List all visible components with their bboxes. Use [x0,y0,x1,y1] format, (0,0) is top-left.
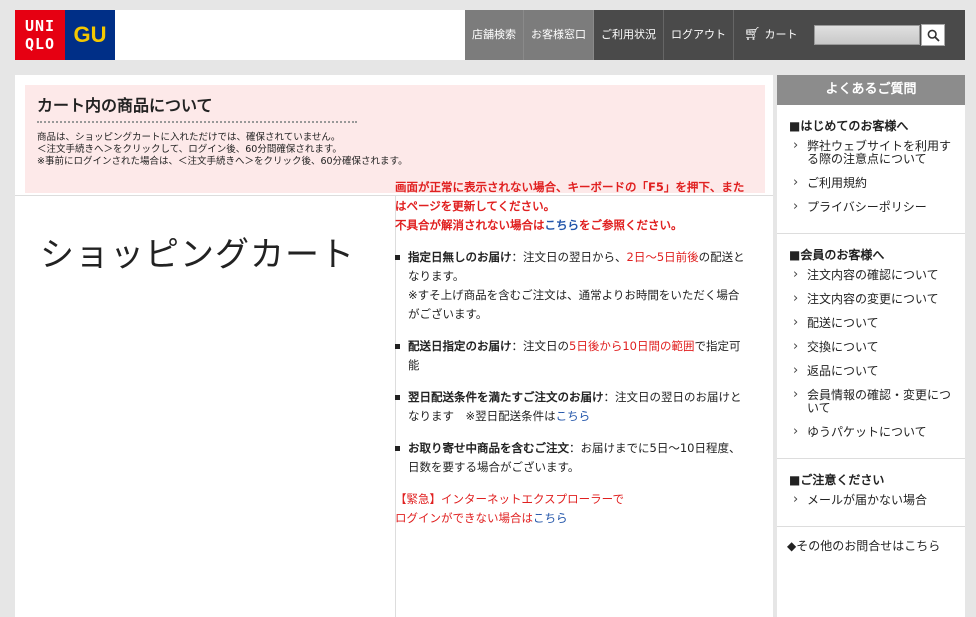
cart-info-column: 画面が正常に表示されない場合、キーボードの「F5」を押下、またはページを更新して… [395,178,745,528]
nav-customer-service[interactable]: お客様窓口 [524,10,594,60]
bullet-label: 指定日無しのお届け [408,250,512,264]
faq-section-members: ■会員のお客様へ 注文内容の確認について 注文内容の変更について 配送について … [777,234,965,459]
faq-section-heading: ■ご注意ください [789,473,885,487]
emergency-line-1: 【緊急】インターネットエクスプローラーで [395,492,624,506]
bullet-note: ※すそ上げ商品を含むご注文は、通常よりお時間をいただく場合がございます。 [408,288,740,321]
search-icon [927,29,940,42]
faq-item[interactable]: 会員情報の確認・変更について [777,388,965,415]
notice-title: カート内の商品について [37,96,213,115]
issue-warning-tail: をご参照ください。 [579,218,683,232]
bullet-label: 翌日配送条件を満たすご注文のお届け [408,390,604,404]
search-area [800,10,965,60]
display-warning: 画面が正常に表示されない場合、キーボードの「F5」を押下、またはページを更新して… [395,180,745,213]
faq-item[interactable]: ご利用規約 [777,176,965,190]
faq-sidebar: よくあるご質問 ■はじめてのお客様へ 弊社ウェブサイトを利用する際の注意点につい… [777,75,965,617]
faq-item[interactable]: 交換について [777,340,965,354]
faq-section-heading: ■会員のお客様へ [789,248,885,262]
bullet-label: 配送日指定のお届け [408,339,512,353]
search-input[interactable] [814,25,920,45]
faq-section-first-time: ■はじめてのお客様へ 弊社ウェブサイトを利用する際の注意点について ご利用規約 … [777,105,965,234]
emergency-notice: 【緊急】インターネットエクスプローラーで ログインができない場合はこちら [395,490,745,528]
issue-help-link[interactable]: こちら [545,218,580,232]
cart-notice: カート内の商品について 商品は、ショッピングカートに入れただけでは、確保されてい… [25,85,765,193]
list-item: 翌日配送条件を満たすご注文のお届け：注文日の翌日のお届けとなります ※翌日配送条… [395,388,745,426]
uniqlo-logo-bottom: QLO [24,35,56,53]
faq-section-caution: ■ご注意ください メールが届かない場合 [777,459,965,527]
nav-cart-label: カート [764,28,798,41]
faq-item[interactable]: メールが届かない場合 [777,493,965,507]
uniqlo-logo-top: UNI [24,17,56,35]
bullet-text: ：注文日の翌日から、 [511,250,627,264]
bullet-highlight: 2日～5日前後 [626,250,699,264]
notice-line-1: 商品は、ショッピングカートに入れただけでは、確保されていません。 [37,132,341,143]
faq-item[interactable]: 返品について [777,364,965,378]
faq-item[interactable]: 配送について [777,316,965,330]
faq-item[interactable]: ゆうパケットについて [777,425,965,439]
notice-line-2: ＜注文手続きへ＞をクリックして、ログイン後、60分間確保されます。 [37,144,342,155]
faq-item[interactable]: プライバシーポリシー [777,200,965,214]
issue-warning-text: 不具合が解消されない場合は [395,218,545,232]
nav-usage-status[interactable]: ご利用状況 [594,10,664,60]
bullet-highlight: 5日後から10日間の範囲 [569,339,695,353]
cart-icon: 🛒︎ [744,27,761,42]
nav-logout[interactable]: ログアウト [664,10,734,60]
list-item: お取り寄せ中商品を含むご注文：お届けまでに5日～10日程度、日数を要する場合がご… [395,439,745,477]
next-day-conditions-link[interactable]: こちら [556,409,591,423]
list-item: 指定日無しのお届け：注文日の翌日から、2日～5日前後の配送となります。 ※すそ上… [395,248,745,324]
notice-divider [37,121,357,123]
header-nav: 店舗検索 お客様窓口 ご利用状況 ログアウト 🛒︎ カート [465,10,811,60]
notice-line-3: ※事前にログインされた場合は、＜注文手続きへ＞をクリック後、60分確保されます。 [37,156,408,167]
list-item: 配送日指定のお届け：注文日の5日後から10日間の範囲で指定可能 [395,337,745,375]
faq-header: よくあるご質問 [777,75,965,105]
faq-item[interactable]: 注文内容の確認について [777,268,965,282]
gu-logo[interactable]: GU [65,10,115,60]
bullet-text: ：注文日の [511,339,570,353]
emergency-link[interactable]: こちら [533,511,568,525]
bullet-label: お取り寄せ中商品を含むご注文 [408,441,569,455]
faq-section-heading: ■はじめてのお客様へ [789,119,909,133]
search-button[interactable] [921,24,945,46]
uniqlo-logo[interactable]: UNI QLO [15,10,65,60]
faq-other-inquiries-link[interactable]: ◆その他のお問合せはこちら [777,527,965,554]
site-header: UNI QLO GU 店舗検索 お客様窓口 ご利用状況 ログアウト 🛒︎ カート [15,10,965,60]
faq-item[interactable]: 注文内容の変更について [777,292,965,306]
emergency-line-2: ログインができない場合は [395,511,533,525]
page-title: ショッピングカート [40,235,355,275]
delivery-info-list: 指定日無しのお届け：注文日の翌日から、2日～5日前後の配送となります。 ※すそ上… [395,248,745,477]
nav-store-search[interactable]: 店舗検索 [465,10,524,60]
issue-warning: 不具合が解消されない場合はこちらをご参照ください。 [395,216,745,235]
faq-item[interactable]: 弊社ウェブサイトを利用する際の注意点について [777,139,965,166]
